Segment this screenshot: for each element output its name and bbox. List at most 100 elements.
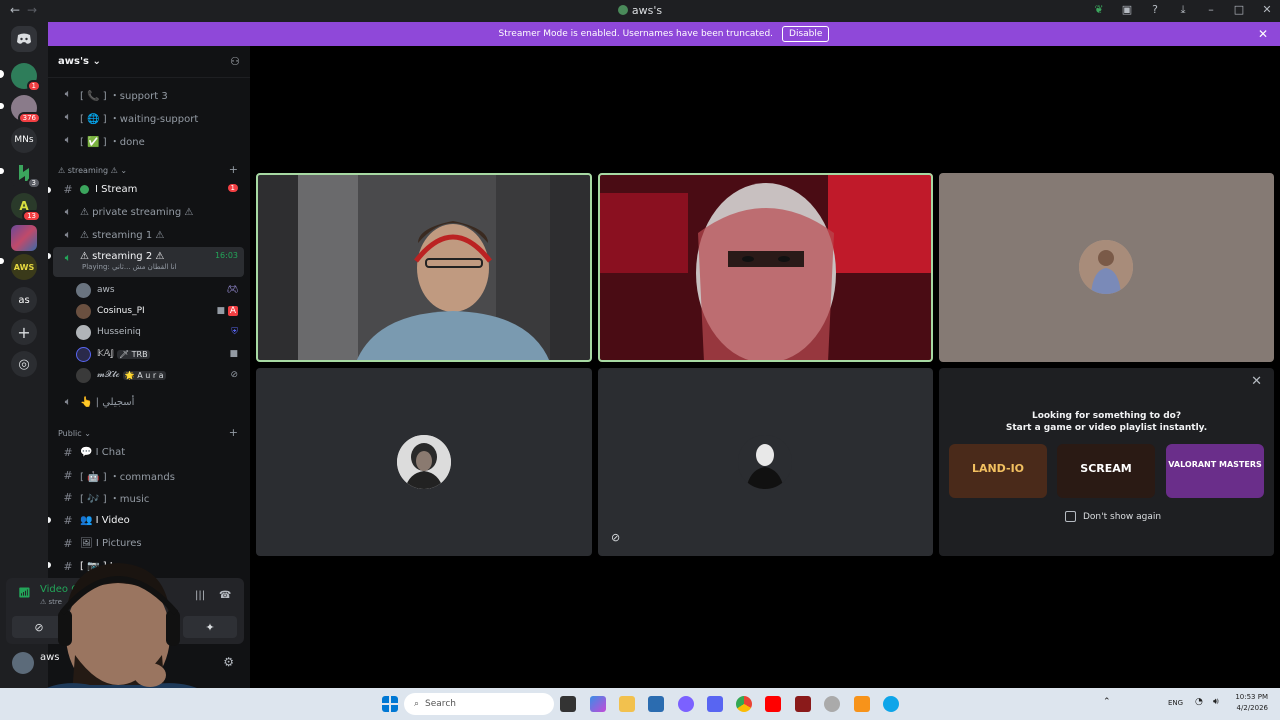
text-channel-partial[interactable]: # [ 📷 ] I — [53, 556, 244, 576]
server-icon[interactable] — [11, 225, 37, 251]
voice-member[interactable]: Cosinus_PI ■ A — [76, 301, 244, 321]
volume-icon[interactable]: 🔊︎ — [1213, 697, 1219, 707]
dont-show-again-checkbox[interactable]: Don't show again — [1065, 511, 1161, 522]
task-view-icon[interactable] — [560, 696, 576, 712]
app-icon[interactable] — [854, 696, 870, 712]
invite-people-icon[interactable]: ⚇ — [230, 55, 240, 68]
voice-channel-streaming-2[interactable]: 🔈︎ ⚠ streaming 2 ⚠ 16:03 Playing: انا الق… — [53, 247, 244, 277]
close-icon[interactable]: ✕ — [1251, 374, 1262, 389]
disable-button[interactable]: Disable — [782, 26, 830, 42]
speaker-icon: 🔈︎ — [64, 395, 72, 408]
voice-member[interactable]: Husseiniq ⛨ — [76, 322, 244, 342]
minimize-icon[interactable]: – — [1204, 3, 1218, 17]
activity-card-valorant[interactable]: VALORANT MASTERS — [1166, 444, 1264, 498]
noise-suppression-icon[interactable]: ||| — [195, 590, 205, 601]
windows-start-icon[interactable] — [382, 696, 398, 712]
search-placeholder: Search — [425, 699, 456, 709]
camera-off-button[interactable]: ⊘ — [12, 616, 66, 638]
app-icon[interactable] — [824, 696, 840, 712]
activity-card-title: LAND-IO — [971, 462, 1025, 475]
taskbar-search[interactable]: ⌕ Search — [404, 693, 554, 715]
speaker-icon: 🔈︎ — [64, 205, 72, 218]
participant-video — [598, 173, 933, 362]
copilot-icon[interactable] — [590, 696, 606, 712]
server-icon[interactable]: 376 — [11, 95, 41, 124]
avatar[interactable] — [12, 652, 34, 674]
help-icon[interactable]: ? — [1148, 3, 1162, 17]
text-channel-pictures[interactable]: # 🖼 I Pictures — [53, 533, 244, 553]
maximize-icon[interactable]: □ — [1232, 3, 1246, 17]
edge-icon[interactable] — [883, 696, 899, 712]
voice-channel-recordings[interactable]: 🔈︎ 👆 | أسجيلي — [53, 392, 244, 412]
voice-channel-waiting-support[interactable]: 🔈︎ [ 🌐 ] ・waiting-support — [53, 107, 244, 127]
signal-strength-icon[interactable]: 📶︎ — [18, 588, 31, 599]
server-icon[interactable]: A 13 — [11, 193, 41, 222]
gear-icon[interactable]: ⚙ — [223, 655, 234, 669]
category-streaming[interactable]: ⚠ streaming ⚠ ⌄ — [58, 166, 127, 175]
server-as-icon[interactable]: as — [11, 287, 37, 313]
voice-channel-subtitle: ⚠ stre — [40, 598, 62, 606]
camera-off-icon: ⊘ — [34, 620, 44, 634]
download-icon[interactable]: ⤓ — [1176, 3, 1190, 17]
add-channel-icon[interactable]: + — [229, 426, 238, 439]
voice-member[interactable]: aws 🎮︎ — [76, 280, 244, 300]
discord-home-icon[interactable] — [11, 26, 37, 52]
speaker-icon: 🔈︎ — [64, 228, 72, 241]
server-badge: 376 — [17, 112, 41, 124]
speaker-icon: 🔈︎ — [64, 110, 72, 123]
app-icon[interactable] — [678, 696, 694, 712]
text-channel-stream[interactable]: # I Stream 1 — [53, 179, 244, 199]
activity-button[interactable]: ✦ — [183, 616, 237, 638]
discord-taskbar-icon[interactable] — [707, 696, 723, 712]
text-channel-video[interactable]: # 👥 I Video — [53, 510, 244, 530]
server-mns-icon[interactable]: MNs — [11, 127, 37, 153]
guild-header[interactable]: aws's ⌄ ⚇ — [48, 46, 250, 78]
video-tile[interactable] — [256, 173, 592, 362]
text-channel-music[interactable]: # [ 🎶 ] ・music — [53, 487, 244, 507]
activity-card-scream[interactable]: SCREAM — [1057, 444, 1155, 498]
file-explorer-icon[interactable] — [619, 696, 635, 712]
server-aws-icon[interactable]: AWS — [11, 254, 37, 280]
discover-compass-icon[interactable]: ◎ — [11, 351, 37, 377]
server-icon[interactable]: 3 — [11, 160, 41, 189]
inbox-icon[interactable]: ▣ — [1120, 3, 1134, 17]
voice-member[interactable]: 𝕂𝔸𝕁 🗡 TRB ■ — [76, 344, 244, 364]
server-icon[interactable]: 1 — [11, 63, 41, 92]
channel-label: [ ✅ ] ・done — [80, 136, 145, 148]
close-icon[interactable]: ✕ — [1260, 3, 1274, 17]
tray-chevron-up-icon[interactable]: ⌃ — [1103, 697, 1111, 707]
voice-member[interactable]: 𝓶𝓧𝓽𝓬 🌟 A u r a ⊘ — [76, 365, 244, 385]
nitro-leaf-icon[interactable]: ❦ — [1092, 3, 1106, 17]
voice-channel-support-3[interactable]: 🔈︎ [ 📞 ] ・support 3 — [53, 84, 244, 104]
checkbox-icon — [1065, 511, 1076, 522]
live-badge-icon: A — [227, 306, 238, 316]
voice-timer: 16:03 — [214, 251, 238, 260]
add-server-icon[interactable]: + — [11, 319, 37, 345]
speaker-icon: 🔈︎ — [64, 251, 72, 264]
video-tile-avatar[interactable] — [256, 368, 592, 556]
chrome-icon[interactable] — [736, 696, 752, 712]
app-icon[interactable] — [795, 696, 811, 712]
close-icon[interactable]: ✕ — [1258, 27, 1268, 41]
activity-card-land-io[interactable]: LAND-IO — [949, 444, 1047, 498]
store-icon[interactable] — [648, 696, 664, 712]
voice-channel-done[interactable]: 🔈︎ [ ✅ ] ・done — [53, 130, 244, 150]
unread-pill — [48, 562, 51, 568]
voice-channel-private-streaming[interactable]: 🔈︎ ⚠ private streaming ⚠ — [53, 202, 244, 222]
video-tile[interactable] — [598, 173, 933, 362]
language-indicator[interactable]: ENG — [1168, 699, 1183, 707]
text-channel-commands[interactable]: # [ 🤖 ] ・commands — [53, 465, 244, 485]
voice-channel-streaming-1[interactable]: 🔈︎ ⚠ streaming 1 ⚠ — [53, 225, 244, 245]
text-channel-chat[interactable]: # 💬 I Chat — [53, 442, 244, 462]
category-public[interactable]: Public ⌄ — [58, 429, 91, 438]
video-tile-avatar[interactable]: ⊘ — [598, 368, 933, 556]
green-circle-icon — [80, 184, 89, 194]
add-channel-icon[interactable]: + — [229, 163, 238, 176]
guild-name-text: aws's — [58, 56, 89, 67]
video-tile-avatar[interactable] — [939, 173, 1274, 362]
wifi-icon[interactable]: ◔ — [1195, 697, 1203, 707]
youtube-icon[interactable] — [765, 696, 781, 712]
member-tag: 🗡 TRB — [116, 349, 150, 359]
disconnect-icon[interactable]: ☎ — [219, 590, 231, 601]
clock[interactable]: 10:53 PM 4/2/2026 — [1235, 692, 1268, 714]
